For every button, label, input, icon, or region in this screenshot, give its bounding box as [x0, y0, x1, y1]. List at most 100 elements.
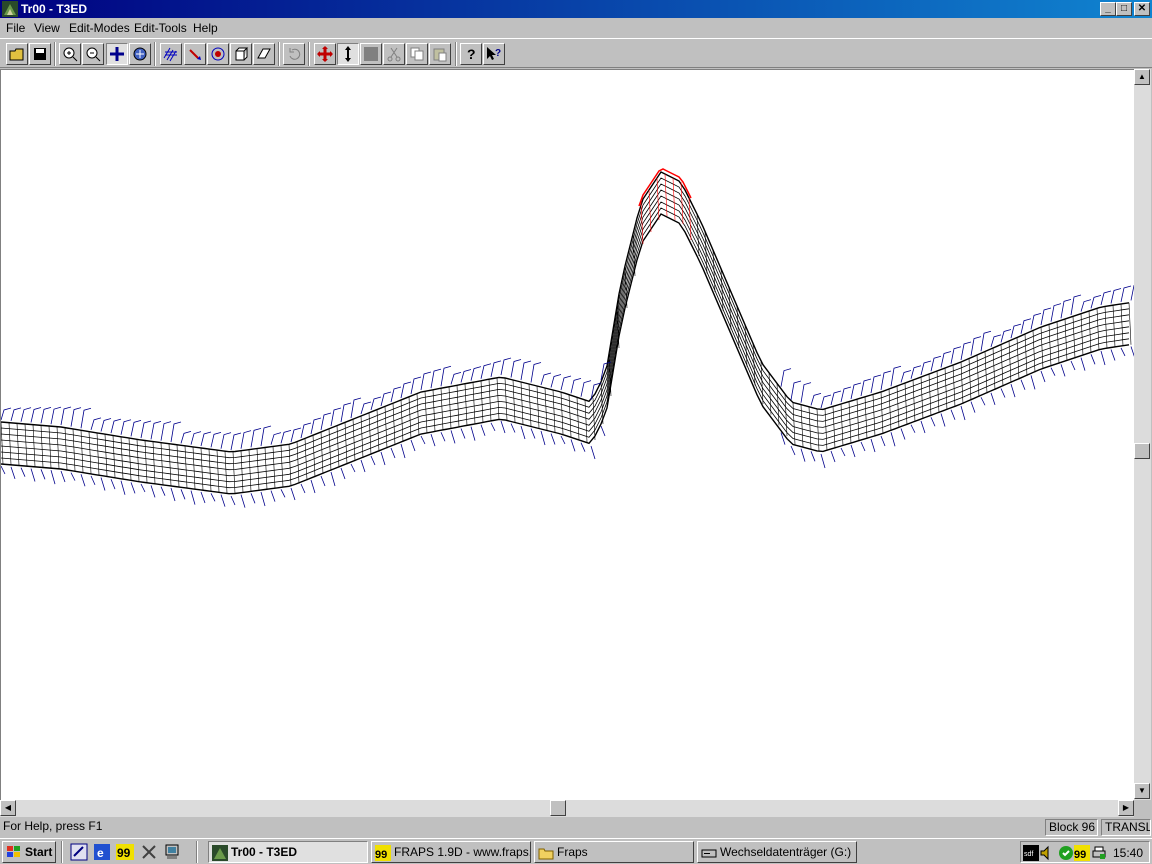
track-mesh-wireframe[interactable]: [1, 70, 1134, 800]
horizontal-scrollbar[interactable]: ◀ ▶: [0, 800, 1134, 817]
window-title: Tr00 - T3ED: [21, 2, 88, 16]
copy-icon: [410, 47, 424, 61]
start-label: Start: [25, 845, 53, 859]
taskbar-separator: [61, 841, 63, 863]
help-button[interactable]: ?: [460, 43, 482, 65]
object-icon: [257, 48, 271, 59]
vertical-scrollbar[interactable]: ▲ ▼: [1134, 69, 1151, 800]
status-mode: TRANSL: [1101, 819, 1151, 836]
start-button[interactable]: Start: [2, 841, 56, 863]
toolbar: ? ?: [0, 38, 1152, 68]
vertical-move-icon: [345, 46, 351, 62]
minimize-button[interactable]: _: [1100, 2, 1116, 16]
system-tray: sdf 99 15:40: [1020, 841, 1150, 863]
zoom-in-button[interactable]: [59, 43, 81, 65]
track-3d-viewport[interactable]: [0, 69, 1134, 800]
vertical-scroll-thumb[interactable]: [1134, 443, 1150, 459]
menu-edit-modes[interactable]: Edit-Modes: [69, 21, 130, 35]
menu-help[interactable]: Help: [193, 21, 218, 35]
svg-text:99: 99: [1074, 849, 1086, 861]
save-button[interactable]: [29, 43, 51, 65]
toolbar-separator: [308, 42, 310, 66]
open-button[interactable]: [6, 43, 28, 65]
task-fraps-folder[interactable]: Fraps: [534, 841, 694, 863]
menu-edit-tools[interactable]: Edit-Tools: [134, 21, 187, 35]
task-label: FRAPS 1.9D - www.fraps...: [394, 845, 531, 859]
menu-bar: File View Edit-Modes Edit-Tools Help: [0, 18, 1152, 38]
scrollbar-corner: [1134, 800, 1151, 817]
printer-tray-icon[interactable]: [1091, 845, 1107, 861]
context-help-button[interactable]: ?: [483, 43, 505, 65]
scroll-up-button[interactable]: ▲: [1134, 69, 1150, 85]
rotate-view-icon: [133, 47, 147, 61]
task-label: Fraps: [557, 845, 588, 859]
sdf-tray-icon[interactable]: sdf: [1023, 845, 1039, 861]
volume-tray-icon[interactable]: [1039, 845, 1055, 861]
mesh-row-line: [1, 171, 1130, 453]
task-fraps[interactable]: 99 FRAPS 1.9D - www.fraps...: [371, 841, 531, 863]
svg-text:?: ?: [467, 46, 476, 62]
target-button[interactable]: [207, 43, 229, 65]
taskbar-separator: [196, 841, 198, 863]
horizontal-scroll-thumb[interactable]: [550, 800, 566, 816]
move-view-icon: [110, 47, 124, 61]
menu-view[interactable]: View: [34, 21, 60, 35]
menu-file[interactable]: File: [6, 21, 25, 35]
select-button[interactable]: [184, 43, 206, 65]
mesh-row-line: [1, 195, 1130, 477]
fraps-quicklaunch-icon[interactable]: 99: [116, 843, 134, 861]
mesh-column-line: [776, 383, 780, 426]
mesh-row-line: [1, 207, 1130, 489]
object-button[interactable]: [253, 43, 275, 65]
track-mesh-button[interactable]: [160, 43, 182, 65]
zoom-out-button[interactable]: [82, 43, 104, 65]
scroll-left-button[interactable]: ◀: [0, 800, 16, 816]
tools-quicklaunch-icon[interactable]: [140, 843, 158, 861]
cut-button[interactable]: [383, 43, 405, 65]
status-bar: For Help, press F1 Block 96 TRANSL: [0, 817, 1152, 838]
browser-quicklaunch-icon[interactable]: e: [93, 843, 111, 861]
translate-icon: [317, 46, 333, 62]
svg-text:sdf: sdf: [1024, 851, 1033, 858]
svg-text:99: 99: [117, 846, 131, 860]
copy-button[interactable]: [406, 43, 428, 65]
task-label: Tr00 - T3ED: [231, 845, 298, 859]
toolbar-separator: [278, 42, 280, 66]
svg-text:99: 99: [375, 849, 387, 861]
scroll-down-button[interactable]: ▼: [1134, 783, 1150, 799]
close-button[interactable]: ✕: [1134, 2, 1150, 16]
open-icon: [9, 48, 24, 61]
select-icon: [189, 49, 201, 60]
clock: 15:40: [1112, 846, 1143, 860]
rotate-view-button[interactable]: [129, 43, 151, 65]
task-t3ed[interactable]: Tr00 - T3ED: [208, 841, 368, 863]
zoom-in-icon: [63, 47, 78, 62]
status-help-text: For Help, press F1: [3, 819, 103, 833]
color-button[interactable]: [360, 43, 382, 65]
fraps-tray-icon[interactable]: 99: [1074, 845, 1090, 861]
maximize-button[interactable]: □: [1116, 2, 1132, 16]
network-tray-icon[interactable]: [1058, 845, 1074, 861]
road-mesh[interactable]: [1, 171, 1132, 495]
vertical-move-button[interactable]: [337, 43, 359, 65]
t3ed-app-icon: [2, 1, 18, 17]
paste-button[interactable]: [429, 43, 451, 65]
ie-quicklaunch-icon[interactable]: [70, 843, 88, 861]
svg-text:?: ?: [495, 48, 501, 59]
scroll-right-button[interactable]: ▶: [1118, 800, 1134, 816]
task-label: Wechseldatenträger (G:): [720, 845, 852, 859]
toolbar-separator: [455, 42, 457, 66]
block-button[interactable]: [230, 43, 252, 65]
folder-icon: [538, 848, 554, 860]
move-view-button[interactable]: [106, 43, 128, 65]
zoom-out-icon: [86, 47, 101, 62]
mesh-row-line: [1, 201, 1130, 483]
task-removable-drive[interactable]: Wechseldatenträger (G:): [697, 841, 857, 863]
mesh-column-line: [784, 393, 788, 437]
mesh-column-line: [768, 372, 772, 415]
translate-button[interactable]: [314, 43, 336, 65]
undo-button[interactable]: [283, 43, 305, 65]
title-bar[interactable]: Tr00 - T3ED _ □ ✕: [0, 0, 1152, 18]
mesh-row-line: [1, 189, 1130, 471]
desktop-quicklaunch-icon[interactable]: [163, 843, 181, 861]
